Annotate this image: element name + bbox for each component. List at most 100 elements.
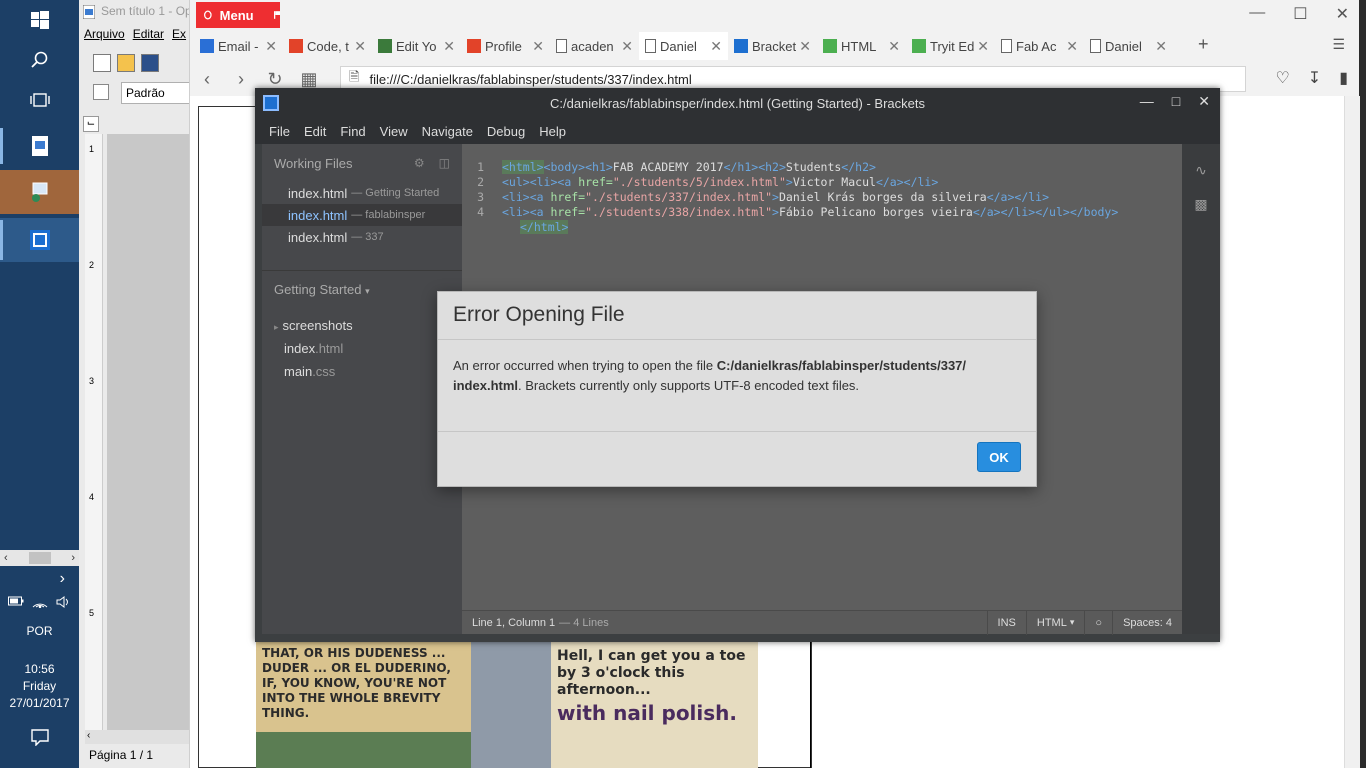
battery-icon[interactable] xyxy=(7,596,24,606)
browser-tab[interactable]: HTML ✕ xyxy=(817,32,906,60)
scroll-left-icon[interactable]: ‹ xyxy=(4,552,8,564)
speed-dial-icon[interactable]: ▦ xyxy=(292,69,326,90)
working-file-context: — fablabinsper xyxy=(351,209,426,221)
tab-close-icon[interactable]: ✕ xyxy=(1155,38,1167,55)
maximize-icon[interactable]: □ xyxy=(1172,93,1180,110)
browser-tab[interactable]: Edit Yo ✕ xyxy=(372,32,461,60)
close-icon[interactable]: ✕ xyxy=(1198,93,1210,110)
menu-help[interactable]: Help xyxy=(539,124,566,139)
action-center-button[interactable] xyxy=(0,728,79,749)
new-tab-icon[interactable]: + xyxy=(1198,34,1209,55)
volume-icon[interactable] xyxy=(56,596,72,608)
menu-edit[interactable]: Edit xyxy=(304,124,326,139)
indent-spaces-setting[interactable]: Spaces: 4 xyxy=(1112,610,1182,635)
address-bar-url[interactable]: file:///C:/danielkras/fablabinsper/stude… xyxy=(369,72,691,87)
language-select[interactable]: HTML ▾ xyxy=(1025,610,1085,635)
taskbar-libreoffice-writer[interactable] xyxy=(0,126,79,166)
dialog-message-pre: An error occurred when trying to open th… xyxy=(453,358,717,373)
page-scrollbar[interactable] xyxy=(1344,96,1360,768)
working-file-item[interactable]: index.html — Getting Started xyxy=(262,182,462,204)
tab-close-icon[interactable]: ✕ xyxy=(1066,38,1078,55)
clock-time[interactable]: 10:56 xyxy=(0,662,79,676)
browser-tab[interactable]: Fab Ac ✕ xyxy=(995,32,1084,60)
open-folder-icon[interactable] xyxy=(117,54,135,72)
taskbar-brackets[interactable] xyxy=(0,218,79,262)
bookmark-heart-icon[interactable]: ♡ xyxy=(1275,68,1289,88)
menu-file[interactable]: File xyxy=(269,124,290,139)
menu-navigate[interactable]: Navigate xyxy=(422,124,473,139)
github-icon xyxy=(378,39,392,53)
browser-tab[interactable]: Code, t ✕ xyxy=(283,32,372,60)
split-view-icon[interactable]: ◫ xyxy=(439,156,450,170)
tab-close-icon[interactable]: ✕ xyxy=(621,38,633,55)
tab-close-icon[interactable]: ✕ xyxy=(799,38,811,55)
minimize-icon[interactable]: — xyxy=(1249,4,1265,24)
code-token: </li> xyxy=(1014,190,1050,204)
menu-find[interactable]: Find xyxy=(340,124,365,139)
tab-stop-selector[interactable]: ⌙ xyxy=(83,116,99,132)
horizontal-scrollbar[interactable]: ‹ › xyxy=(0,550,79,566)
start-button[interactable] xyxy=(0,0,79,40)
menu-editar[interactable]: Editar xyxy=(133,27,164,41)
browser-tab[interactable]: acaden ✕ xyxy=(550,32,639,60)
code-token: href= xyxy=(578,175,613,189)
browser-tab[interactable]: Tryit Ed ✕ xyxy=(906,32,995,60)
working-file-item-selected[interactable]: index.html — fablabinsper xyxy=(262,204,462,226)
working-file-item[interactable]: index.html — 337 xyxy=(262,226,462,248)
tab-close-icon[interactable]: ✕ xyxy=(710,38,722,55)
reload-icon[interactable]: ↻ xyxy=(258,69,292,90)
ok-button[interactable]: OK xyxy=(977,442,1021,472)
task-view-button[interactable] xyxy=(0,80,79,120)
insert-mode-toggle[interactable]: INS xyxy=(986,610,1026,635)
code-line-1: 1 <html><body><h1>FAB ACADEMY 2017</h1><h… xyxy=(462,160,876,175)
tree-file-main-css[interactable]: main.css xyxy=(262,364,462,379)
input-language[interactable]: POR xyxy=(0,624,79,638)
menu-view[interactable]: View xyxy=(380,124,408,139)
search-button[interactable] xyxy=(0,40,79,80)
battery-saver-icon[interactable]: ▮ xyxy=(1339,68,1348,88)
tab-close-icon[interactable]: ✕ xyxy=(888,38,900,55)
menu-debug[interactable]: Debug xyxy=(487,124,525,139)
linter-status-icon[interactable]: ○ xyxy=(1084,610,1112,635)
clock-date[interactable]: 27/01/2017 xyxy=(0,696,79,710)
scroll-right-icon[interactable]: › xyxy=(71,552,75,564)
menu-exibir[interactable]: Ex xyxy=(172,27,186,41)
new-document-icon[interactable] xyxy=(93,54,111,72)
browser-tab[interactable]: Profile ✕ xyxy=(461,32,550,60)
back-icon[interactable]: ‹ xyxy=(190,69,224,90)
tab-close-icon[interactable]: ✕ xyxy=(265,38,277,55)
browser-tab[interactable]: Email - ✕ xyxy=(194,32,283,60)
taskbar-network-app[interactable] xyxy=(0,170,79,214)
browser-tab[interactable]: Daniel ✕ xyxy=(639,32,728,60)
show-hidden-icons-button[interactable]: › xyxy=(0,570,79,588)
close-icon[interactable]: ✕ xyxy=(1336,4,1349,24)
tab-close-icon[interactable]: ✕ xyxy=(443,38,455,55)
forward-icon[interactable]: › xyxy=(224,69,258,90)
browser-tab[interactable]: Daniel ✕ xyxy=(1084,32,1173,60)
wifi-icon[interactable] xyxy=(32,596,48,608)
opera-menu-button[interactable]: Menu xyxy=(196,2,280,28)
clock-day[interactable]: Friday xyxy=(0,679,79,693)
code-token: "./students/338/index.html" xyxy=(585,205,773,219)
save-icon[interactable] xyxy=(141,54,159,72)
tree-item-label: screenshots xyxy=(282,318,353,333)
settings-gear-icon[interactable]: ⚙ xyxy=(414,156,425,170)
tab-close-icon[interactable]: ✕ xyxy=(532,38,544,55)
tab-close-icon[interactable]: ✕ xyxy=(354,38,366,55)
download-icon[interactable]: ↧ xyxy=(1308,68,1321,88)
maximize-icon[interactable]: ☐ xyxy=(1293,4,1307,24)
tree-folder-screenshots[interactable]: ▸ screenshots xyxy=(262,318,462,333)
tree-file-index-html[interactable]: index.html xyxy=(262,341,462,356)
live-preview-icon[interactable]: ∿ xyxy=(1191,162,1211,178)
libreoffice-hscroll[interactable]: ‹ xyxy=(85,730,195,744)
styles-icon[interactable] xyxy=(93,84,109,100)
extension-manager-icon[interactable]: ▩ xyxy=(1191,196,1211,212)
tab-close-icon[interactable]: ✕ xyxy=(977,38,989,55)
tab-menu-icon[interactable]: ☰ xyxy=(1332,36,1345,53)
project-dropdown[interactable]: Getting Started ▾ xyxy=(274,282,370,297)
scroll-thumb[interactable] xyxy=(28,552,51,564)
code-token: <h1> xyxy=(585,160,613,174)
browser-tab[interactable]: Bracket ✕ xyxy=(728,32,817,60)
minimize-icon[interactable]: — xyxy=(1140,93,1154,110)
menu-arquivo[interactable]: Arquivo xyxy=(84,27,125,41)
